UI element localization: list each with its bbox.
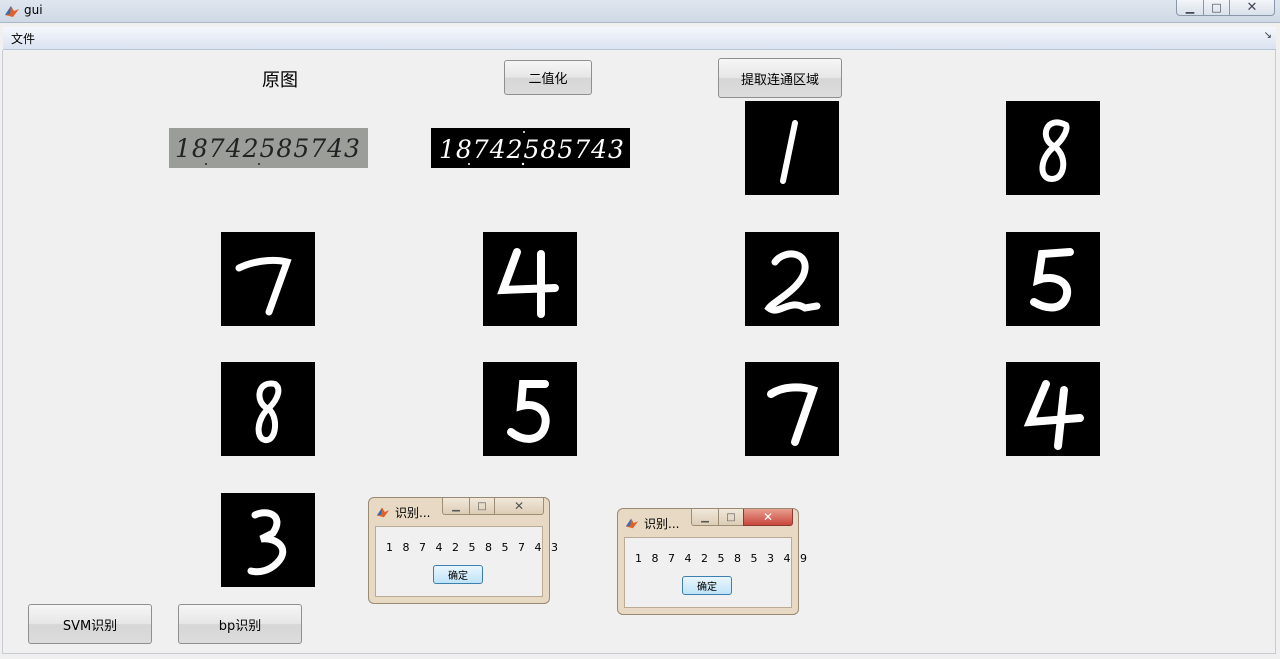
menu-file[interactable]: 文件 [11, 30, 35, 47]
dialog-body: 1 8 7 4 2 5 8 5 7 4 3 确定 [375, 526, 558, 597]
digit-image-7 [221, 362, 315, 456]
svm-recognize-button[interactable]: SVM识别 [28, 604, 152, 644]
window-title: gui [24, 3, 43, 17]
dialog-minimize-button[interactable]: ▁ [442, 498, 470, 515]
digit-image-2 [1006, 101, 1100, 195]
digit-image-6 [1006, 232, 1100, 326]
svg-text:18742585743: 18742585743 [439, 135, 625, 164]
toolbar-toggle-icon[interactable]: ↘ [1264, 30, 1272, 41]
digit-image-8 [483, 362, 577, 456]
ok-button[interactable]: 确定 [682, 576, 732, 595]
digit-image-4 [483, 232, 577, 326]
matlab-icon [5, 6, 19, 17]
digit-image-5 [745, 232, 839, 326]
dialog-message: 1 8 7 4 2 5 8 5 7 4 3 [386, 541, 561, 554]
dialog-title: 识别... [644, 517, 680, 531]
dialog-message: 1 8 7 4 2 5 8 5 3 4 9 [635, 552, 810, 565]
close-button[interactable]: ✕ [1229, 0, 1275, 16]
matlab-icon [625, 518, 639, 529]
matlab-icon [376, 507, 390, 518]
dialog-maximize-button[interactable]: □ [469, 498, 495, 515]
title-bar: gui ▁ □ ✕ [0, 0, 1280, 23]
maximize-button[interactable]: □ [1203, 0, 1230, 16]
svg-text:18742585743: 18742585743 [175, 134, 361, 163]
result-dialog-svm: 识别... ▁ □ ✕ 1 8 7 4 2 5 8 5 7 4 3 确定 [368, 497, 558, 604]
digit-image-10 [1006, 362, 1100, 456]
binarize-button[interactable]: 二值化 [504, 60, 592, 95]
extract-connected-region-button[interactable]: 提取连通区域 [718, 58, 842, 98]
digit-image-9 [745, 362, 839, 456]
original-image: 18742585743 [169, 128, 368, 168]
result-dialog-bp: 识别... ▁ □ ✕ 1 8 7 4 2 5 8 5 3 4 9 确定 [617, 508, 807, 615]
binarized-image: 18742585743 [431, 128, 630, 168]
ok-button[interactable]: 确定 [433, 565, 483, 584]
dialog-minimize-button[interactable]: ▁ [691, 509, 719, 526]
minimize-button[interactable]: ▁ [1176, 0, 1204, 16]
dialog-maximize-button[interactable]: □ [718, 509, 744, 526]
dialog-title: 识别... [395, 506, 431, 520]
dialog-body: 1 8 7 4 2 5 8 5 3 4 9 确定 [624, 537, 807, 608]
bp-recognize-button[interactable]: bp识别 [178, 604, 302, 644]
original-image-label: 原图 [262, 70, 298, 91]
digit-image-11 [221, 493, 315, 587]
digit-image-3 [221, 232, 315, 326]
digit-image-1 [745, 101, 839, 195]
menu-bar: 文件 ↘ [3, 27, 1276, 50]
dialog-close-button[interactable]: ✕ [494, 498, 544, 515]
dialog-close-button[interactable]: ✕ [743, 509, 793, 526]
